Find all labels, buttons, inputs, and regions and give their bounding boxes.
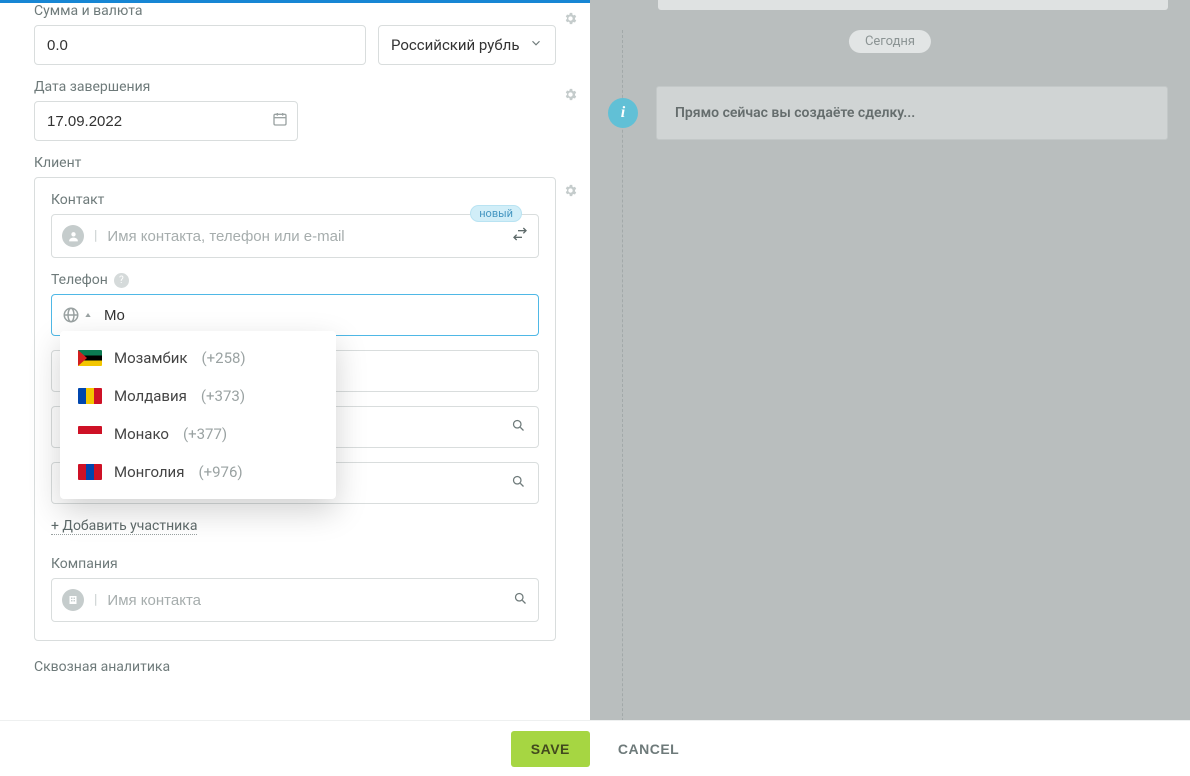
- swap-icon[interactable]: [512, 226, 528, 246]
- contact-label: Контакт: [51, 192, 539, 208]
- deal-form-panel: Сумма и валюта Российский рубль Дата зав…: [0, 0, 590, 776]
- currency-selected-label: Российский рубль: [391, 36, 520, 54]
- amount-label: Сумма и валюта: [34, 3, 556, 19]
- phone-label: Телефон ?: [51, 272, 539, 288]
- end-date-input[interactable]: [34, 101, 298, 141]
- analytics-label: Сквозная аналитика: [34, 659, 556, 675]
- country-option-moldova[interactable]: Молдавия (+373): [60, 377, 336, 415]
- search-icon[interactable]: [511, 418, 526, 437]
- today-chip: Сегодня: [849, 30, 931, 53]
- gear-icon[interactable]: [563, 11, 578, 30]
- company-name-input[interactable]: [107, 592, 503, 609]
- amount-input[interactable]: [34, 25, 366, 65]
- country-option-monaco[interactable]: Монако (+377): [60, 415, 336, 453]
- search-icon[interactable]: [511, 474, 526, 493]
- caret-up-icon: [84, 311, 92, 319]
- contact-input-wrap[interactable]: новый |: [51, 214, 539, 258]
- end-date-field-row: Дата завершения: [34, 79, 556, 141]
- company-label: Компания: [51, 556, 539, 572]
- country-code-trigger[interactable]: [62, 306, 100, 324]
- pipe-separator: |: [94, 592, 97, 608]
- company-input-wrap[interactable]: |: [51, 578, 539, 622]
- search-icon[interactable]: [513, 591, 528, 610]
- timeline-line: [622, 30, 623, 776]
- flag-mozambique-icon: [78, 350, 102, 366]
- info-icon: i: [608, 98, 638, 128]
- flag-monaco-icon: [78, 426, 102, 442]
- person-icon: [62, 225, 84, 247]
- globe-icon: [62, 306, 80, 324]
- calendar-icon[interactable]: [272, 111, 288, 131]
- contact-name-input[interactable]: [107, 228, 502, 245]
- chevron-down-icon: [529, 36, 543, 54]
- amount-field-row: Сумма и валюта Российский рубль: [34, 3, 556, 65]
- ghost-card: [658, 0, 1168, 10]
- country-dropdown: Мозамбик (+258) Молдавия (+373) Монако (…: [60, 331, 336, 499]
- timeline-panel: Сегодня i Прямо сейчас вы создаёте сделк…: [590, 0, 1190, 776]
- cancel-button[interactable]: CANCEL: [618, 741, 679, 757]
- country-option-mongolia[interactable]: Монголия (+976): [60, 453, 336, 491]
- save-button[interactable]: SAVE: [511, 731, 590, 767]
- flag-mongolia-icon: [78, 464, 102, 480]
- new-badge: новый: [470, 205, 522, 222]
- building-icon: [62, 589, 84, 611]
- add-participant-link[interactable]: + Добавить участника: [51, 518, 197, 535]
- info-card: Прямо сейчас вы создаёте сделку...: [656, 86, 1168, 140]
- gear-icon[interactable]: [563, 87, 578, 106]
- footer-bar: SAVE CANCEL: [0, 720, 1190, 776]
- help-icon[interactable]: ?: [114, 273, 129, 288]
- gear-icon[interactable]: [563, 183, 578, 202]
- client-label: Клиент: [34, 155, 556, 171]
- country-option-mozambique[interactable]: Мозамбик (+258): [60, 339, 336, 377]
- phone-search-input[interactable]: [100, 307, 528, 324]
- currency-select[interactable]: Российский рубль: [378, 25, 556, 65]
- phone-input-wrap[interactable]: [51, 294, 539, 336]
- flag-moldova-icon: [78, 388, 102, 404]
- pipe-separator: |: [94, 228, 97, 244]
- analytics-field-row: Сквозная аналитика: [34, 659, 556, 675]
- end-date-label: Дата завершения: [34, 79, 556, 95]
